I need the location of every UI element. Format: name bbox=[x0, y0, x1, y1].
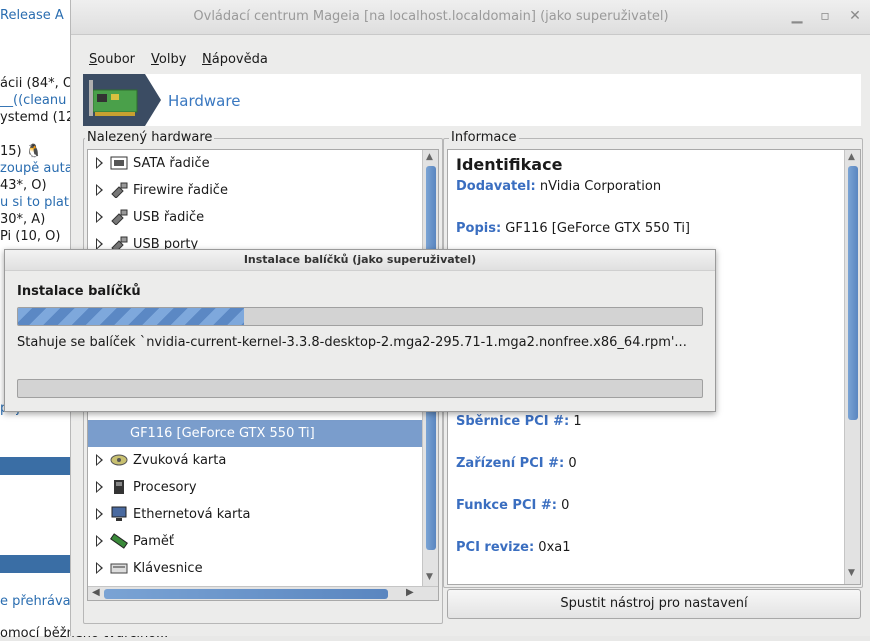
background-text-line[interactable]: zoupě auta bbox=[0, 161, 73, 176]
background-text-line: 43*, O) bbox=[0, 178, 47, 193]
background-bar bbox=[0, 457, 72, 475]
tree-item-label: SATA řadiče bbox=[133, 156, 210, 171]
expand-arrow-icon[interactable] bbox=[96, 535, 103, 547]
plug-icon bbox=[110, 209, 128, 226]
package-install-dialog: Instalace balíčků (jako superuživatel) I… bbox=[4, 249, 716, 412]
tree-horizontal-scrollbar[interactable]: ◀ ▶ bbox=[88, 586, 438, 600]
background-text-line: ystemd (12 bbox=[0, 110, 75, 125]
minimize-icon[interactable]: ▁ bbox=[789, 8, 805, 24]
tree-item-label: GF116 [GeForce GTX 550 Ti] bbox=[130, 426, 315, 441]
tree-item-label: Ethernetová karta bbox=[133, 507, 251, 522]
info-pci-bus: Sběrnice PCI #: 1 bbox=[456, 414, 582, 429]
tree-item[interactable]: USB řadiče bbox=[88, 204, 422, 231]
info-vertical-scrollbar[interactable]: ▲ ▼ bbox=[844, 150, 860, 584]
keyboard-icon bbox=[110, 560, 128, 576]
menu-soubor[interactable]: Soubor bbox=[89, 52, 135, 67]
scroll-left-icon[interactable]: ◀ bbox=[92, 587, 100, 598]
background-text-line[interactable]: u si to plat bbox=[0, 195, 69, 210]
window-title: Ovládací centrum Mageia [na localhost.lo… bbox=[193, 9, 669, 24]
hardware-card-icon bbox=[83, 74, 161, 126]
background-text-line: 30*, A) bbox=[0, 212, 46, 227]
background-text-line[interactable]: e přehráva bbox=[0, 594, 71, 609]
expand-arrow-icon[interactable] bbox=[96, 562, 103, 574]
info-description: Popis: GF116 [GeForce GTX 550 Ti] bbox=[456, 221, 691, 236]
speaker-icon bbox=[110, 452, 128, 468]
scroll-right-icon[interactable]: ▶ bbox=[406, 587, 414, 598]
download-progress-bar bbox=[17, 307, 703, 326]
close-icon[interactable]: ✕ bbox=[847, 8, 863, 24]
tree-item[interactable]: SATA řadiče bbox=[88, 150, 422, 177]
tree-hscroll-thumb[interactable] bbox=[104, 589, 388, 599]
menu-napoveda[interactable]: Nápověda bbox=[202, 52, 268, 67]
dialog-status-text: Stahuje se balíček `nvidia-current-kerne… bbox=[17, 335, 687, 350]
scroll-down-icon[interactable]: ▼ bbox=[426, 572, 433, 582]
background-bar bbox=[0, 555, 72, 573]
info-pci-function: Funkce PCI #: 0 bbox=[456, 498, 570, 513]
background-text-line[interactable]: __((cleanu bbox=[0, 93, 66, 108]
tree-item-label: Paměť bbox=[133, 534, 174, 549]
background-text-line: Pi (10, O) bbox=[0, 229, 61, 244]
run-setup-tool-button[interactable]: Spustit nástroj pro nastavení bbox=[447, 589, 861, 619]
plug-icon bbox=[110, 182, 128, 199]
expand-arrow-icon[interactable] bbox=[96, 184, 103, 196]
download-progress-fill bbox=[18, 308, 244, 325]
background-text-line: ácii (84*, O bbox=[0, 76, 74, 91]
scroll-down-icon[interactable]: ▼ bbox=[848, 568, 855, 578]
expand-arrow-icon[interactable] bbox=[96, 211, 103, 223]
tree-item-label: USB řadiče bbox=[133, 210, 205, 225]
dialog-title[interactable]: Instalace balíčků (jako superuživatel) bbox=[5, 250, 715, 271]
tree-item-label: Firewire řadiče bbox=[133, 183, 228, 198]
tree-item[interactable]: Procesory bbox=[88, 474, 422, 501]
expand-arrow-icon[interactable] bbox=[96, 508, 103, 520]
tree-item-label: Klávesnice bbox=[133, 561, 203, 576]
window-titlebar[interactable]: Ovládací centrum Mageia [na localhost.lo… bbox=[71, 0, 870, 35]
scroll-up-icon[interactable]: ▲ bbox=[848, 152, 855, 162]
info-frame-label: Informace bbox=[449, 130, 519, 145]
hardware-frame-label: Nalezený hardware bbox=[85, 130, 215, 145]
tree-item-label: Procesory bbox=[133, 480, 197, 495]
overall-progress-bar bbox=[17, 379, 703, 398]
info-pci-device: Zařízení PCI #: 0 bbox=[456, 456, 577, 471]
banner-title: Hardware bbox=[168, 92, 241, 110]
maximize-icon[interactable]: ▫ bbox=[817, 8, 833, 24]
info-pci-revision: PCI revize: 0xa1 bbox=[456, 540, 571, 555]
menubar: Soubor Volby Nápověda bbox=[71, 44, 870, 72]
dialog-heading: Instalace balíčků bbox=[17, 284, 141, 299]
background-text-line: 15) 🐧 bbox=[0, 144, 42, 159]
expand-arrow-icon[interactable] bbox=[96, 454, 103, 466]
cpu-icon bbox=[110, 479, 128, 495]
tree-item[interactable]: Ethernetová karta bbox=[88, 501, 422, 528]
sata-icon bbox=[110, 155, 128, 171]
scroll-up-icon[interactable]: ▲ bbox=[426, 152, 433, 162]
info-scroll-thumb[interactable] bbox=[848, 166, 858, 420]
tree-item[interactable]: GF116 [GeForce GTX 550 Ti] bbox=[88, 420, 422, 447]
tree-item[interactable]: Firewire řadiče bbox=[88, 177, 422, 204]
monitor-icon bbox=[110, 506, 128, 522]
menu-volby[interactable]: Volby bbox=[151, 52, 186, 67]
memory-icon bbox=[110, 533, 128, 549]
background-text-line[interactable]: Release A bbox=[0, 8, 64, 23]
expand-arrow-icon[interactable] bbox=[96, 157, 103, 169]
info-heading: Identifikace bbox=[456, 155, 563, 174]
expand-arrow-icon[interactable] bbox=[96, 481, 103, 493]
banner: Hardware bbox=[83, 74, 861, 126]
tree-item-label: Zvuková karta bbox=[133, 453, 227, 468]
info-vendor: Dodavatel: nVidia Corporation bbox=[456, 179, 662, 194]
tree-item[interactable]: Paměť bbox=[88, 528, 422, 555]
tree-item[interactable]: Zvuková karta bbox=[88, 447, 422, 474]
tree-item[interactable]: Klávesnice bbox=[88, 555, 422, 582]
